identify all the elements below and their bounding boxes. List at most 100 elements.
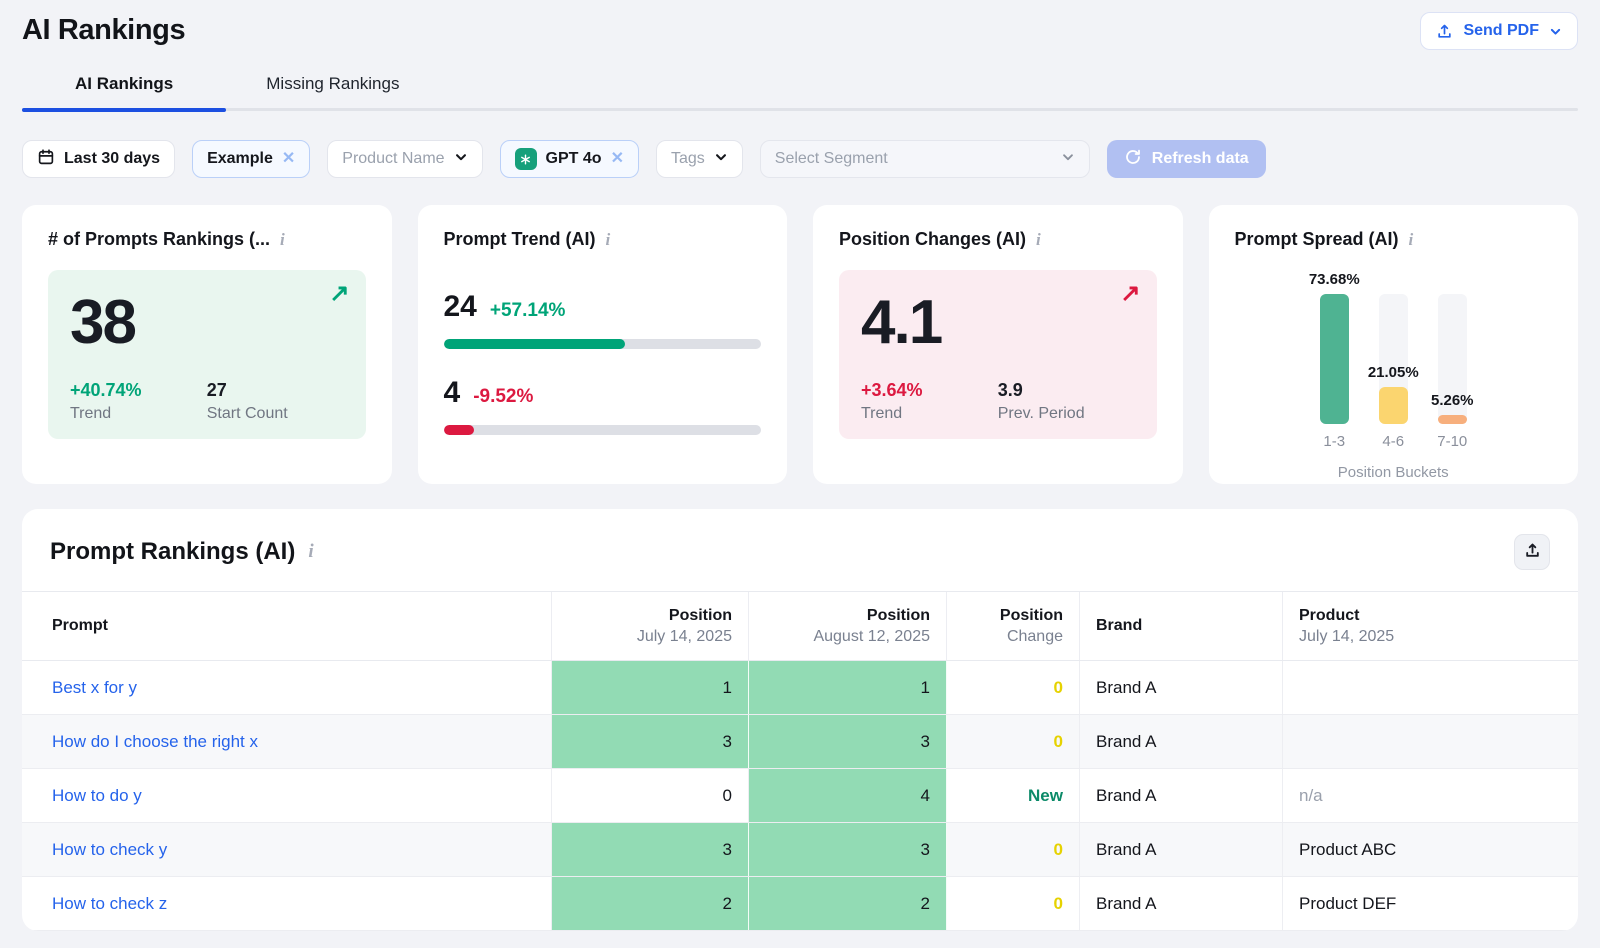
card-title-text: Prompt Trend (AI) (444, 229, 596, 250)
table-column-headers: Prompt Position July 14, 2025 Position A… (22, 591, 1578, 661)
export-button[interactable] (1514, 534, 1550, 570)
product-cell: n/a (1283, 769, 1578, 822)
filter-bar: Last 30 days Example ✕ Product Name GPT … (22, 140, 1578, 178)
bar-value-label: 73.68% (1309, 271, 1360, 288)
trend-label: Trend (861, 405, 998, 423)
start-count-value: 27 (207, 380, 344, 401)
column-header-brand: Brand (1080, 592, 1283, 660)
card-prompt-trend: Prompt Trend (AI) i 24 +57.14% 4 -9.52% (418, 205, 788, 484)
start-count-label: Start Count (207, 405, 344, 423)
refresh-data-button[interactable]: Refresh data (1107, 140, 1266, 178)
chart-x-axis-label: Position Buckets (1235, 464, 1553, 481)
table-row: How to check y 3 3 0 Brand A Product ABC (22, 823, 1578, 877)
card-title: Prompt Spread (AI) i (1235, 229, 1553, 250)
product-cell (1283, 715, 1578, 768)
example-chip-label: Example (207, 150, 273, 168)
bar-value-label: 5.26% (1431, 392, 1474, 409)
chevron-down-icon (1061, 150, 1075, 169)
info-icon[interactable]: i (308, 541, 313, 563)
prev-period-value: 3.9 (998, 380, 1135, 401)
card-title: Position Changes (AI) i (839, 229, 1157, 250)
position-start-cell: 3 (552, 823, 749, 876)
prompt-link[interactable]: Best x for y (52, 678, 137, 698)
upload-icon (1436, 23, 1453, 40)
card-title: # of Prompts Rankings (... i (48, 229, 366, 250)
openai-icon (515, 148, 537, 170)
tab-bar: AI Rankings Missing Rankings (22, 74, 1578, 111)
bar-category-label: 1-3 (1323, 433, 1345, 450)
brand-cell: Brand A (1080, 877, 1283, 930)
info-icon[interactable]: i (1409, 230, 1414, 250)
info-icon[interactable]: i (1036, 230, 1041, 250)
close-icon[interactable]: ✕ (282, 151, 295, 167)
prompt-spread-bar-chart: 73.68% 1-3 21.05% 4-6 5.26% 7-10 (1235, 294, 1553, 424)
card-title-text: Prompt Spread (AI) (1235, 229, 1399, 250)
export-icon (1524, 542, 1541, 562)
example-filter-chip[interactable]: Example ✕ (192, 140, 310, 178)
trend-down-pct: -9.52% (473, 386, 533, 408)
product-cell: Product ABC (1283, 823, 1578, 876)
tab-ai-rankings[interactable]: AI Rankings (22, 74, 226, 111)
refresh-label: Refresh data (1152, 150, 1249, 168)
card-prompt-spread: Prompt Spread (AI) i 73.68% 1-3 21.05% 4… (1209, 205, 1579, 484)
top-bar: AI Rankings Send PDF (22, 0, 1578, 50)
table-title: Prompt Rankings (AI) i (50, 538, 314, 566)
segment-placeholder: Select Segment (775, 150, 888, 168)
trend-up-value: 24 (444, 290, 477, 324)
date-range-button[interactable]: Last 30 days (22, 140, 175, 178)
info-icon[interactable]: i (606, 230, 611, 250)
product-name-dropdown[interactable]: Product Name (327, 140, 482, 178)
table-title-text: Prompt Rankings (AI) (50, 538, 295, 566)
card-title: Prompt Trend (AI) i (444, 229, 762, 250)
trend-down-progress-bar (444, 425, 762, 435)
tags-dropdown[interactable]: Tags (656, 140, 743, 178)
date-range-label: Last 30 days (64, 150, 160, 168)
prev-period-label: Prev. Period (998, 405, 1135, 423)
trend-label: Trend (70, 405, 207, 423)
bar-fill (1379, 387, 1408, 424)
card-prompts-rankings: # of Prompts Rankings (... i 38 ↗ +40.74… (22, 205, 392, 484)
bar-category-label: 4-6 (1382, 433, 1404, 450)
prompt-link[interactable]: How to do y (52, 786, 142, 806)
position-change-cell: New (947, 769, 1080, 822)
product-cell (1283, 661, 1578, 714)
prompts-rankings-value: 38 (70, 290, 344, 355)
table-row: How to check z 2 2 0 Brand A Product DEF (22, 877, 1578, 931)
send-pdf-button[interactable]: Send PDF (1420, 12, 1578, 50)
table-row: How do I choose the right x 3 3 0 Brand … (22, 715, 1578, 769)
position-start-cell: 2 (552, 877, 749, 930)
prompt-link[interactable]: How to check z (52, 894, 167, 914)
prompt-link[interactable]: How do I choose the right x (52, 732, 258, 752)
table-header-bar: Prompt Rankings (AI) i (22, 509, 1578, 591)
segment-select[interactable]: Select Segment (760, 140, 1090, 178)
bar-bucket-7-10: 5.26% 7-10 (1438, 294, 1467, 424)
trend-up-progress-fill (444, 339, 625, 349)
position-change-cell: 0 (947, 715, 1080, 768)
product-cell: Product DEF (1283, 877, 1578, 930)
bar-fill (1320, 294, 1349, 424)
page-title: AI Rankings (22, 14, 185, 47)
position-end-cell: 2 (749, 877, 947, 930)
close-icon[interactable]: ✕ (611, 151, 624, 167)
info-icon[interactable]: i (280, 230, 285, 250)
bar-bucket-4-6: 21.05% 4-6 (1379, 294, 1408, 424)
brand-cell: Brand A (1080, 661, 1283, 714)
trend-up-progress-bar (444, 339, 762, 349)
column-header-position-start: Position July 14, 2025 (552, 592, 749, 660)
position-end-cell: 1 (749, 661, 947, 714)
tab-missing-rankings[interactable]: Missing Rankings (266, 74, 399, 111)
bar-fill (1438, 415, 1467, 424)
position-change-cell: 0 (947, 877, 1080, 930)
model-filter-chip[interactable]: GPT 4o ✕ (500, 140, 639, 178)
position-changes-panel: 4.1 ↗ +3.64% Trend 3.9 Prev. Period (839, 270, 1157, 439)
panel-stats: +3.64% Trend 3.9 Prev. Period (861, 380, 1135, 423)
position-end-cell: 4 (749, 769, 947, 822)
chevron-down-icon (1549, 25, 1562, 38)
prompt-link[interactable]: How to check y (52, 840, 167, 860)
chevron-down-icon (714, 150, 728, 169)
position-start-cell: 1 (552, 661, 749, 714)
tags-placeholder: Tags (671, 150, 705, 168)
brand-cell: Brand A (1080, 769, 1283, 822)
position-change-cell: 0 (947, 661, 1080, 714)
bar-bucket-1-3: 73.68% 1-3 (1320, 294, 1349, 424)
